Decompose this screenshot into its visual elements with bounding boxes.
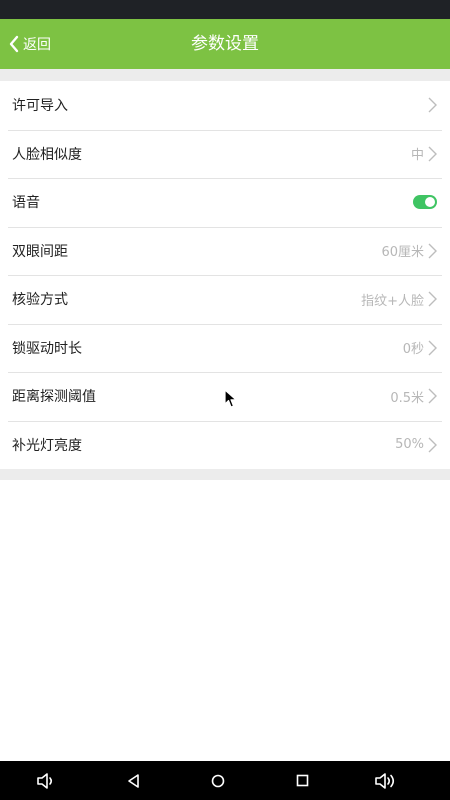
setting-label: 锁驱动时长: [12, 340, 82, 357]
system-nav-bar: [0, 761, 450, 800]
voice-toggle[interactable]: [413, 195, 437, 210]
chevron-right-icon: [428, 243, 437, 259]
home-circle-icon: [211, 774, 225, 787]
volume-up-button[interactable]: [366, 761, 406, 800]
setting-value: 60厘米: [381, 245, 424, 261]
nav-recents-button[interactable]: [282, 761, 322, 800]
recents-square-icon: [296, 774, 308, 787]
setting-row-voice: 语音: [0, 178, 450, 227]
nav-back-button[interactable]: [113, 761, 153, 800]
setting-row-license-import[interactable]: 许可导入: [0, 81, 450, 130]
setting-label: 双眼间距: [12, 243, 68, 260]
setting-row-eye-distance[interactable]: 双眼间距 60厘米: [0, 226, 450, 276]
volume-down-button[interactable]: [26, 761, 66, 800]
status-bar: [0, 0, 450, 19]
setting-value: 0秒: [402, 342, 424, 358]
chevron-right-icon: [428, 97, 437, 113]
setting-value: 0.5米: [390, 390, 424, 406]
setting-row-fill-light[interactable]: 补光灯亮度 50%: [0, 420, 450, 470]
setting-label: 人脸相似度: [12, 146, 82, 163]
app-header: 返回 参数设置: [0, 19, 450, 69]
chevron-right-icon: [428, 340, 437, 356]
setting-label: 距离探测阈值: [12, 389, 96, 406]
chevron-right-icon: [428, 291, 437, 307]
back-triangle-icon: [128, 773, 139, 788]
chevron-right-icon: [428, 146, 437, 162]
chevron-right-icon: [428, 388, 437, 404]
setting-value: 指纹+人脸: [361, 293, 424, 309]
setting-row-lock-duration[interactable]: 锁驱动时长 0秒: [0, 323, 450, 373]
setting-row-verify-method[interactable]: 核验方式 指纹+人脸: [0, 275, 450, 324]
setting-label: 核验方式: [12, 292, 68, 309]
volume-up-icon: [375, 772, 395, 789]
settings-list: 许可导入 人脸相似度 中 语音 双眼间距 60厘米 核验方式 指纹+人脸 锁驱动…: [0, 69, 450, 480]
setting-label: 语音: [12, 195, 40, 212]
chevron-right-icon: [428, 437, 437, 453]
page-title: 参数设置: [191, 34, 259, 54]
setting-label: 许可导入: [12, 98, 68, 115]
setting-label: 补光灯亮度: [12, 437, 82, 454]
toggle-knob: [425, 197, 435, 208]
setting-value: 50%: [395, 437, 424, 453]
nav-home-button[interactable]: [198, 761, 238, 800]
setting-row-face-similarity[interactable]: 人脸相似度 中: [0, 129, 450, 179]
setting-value: 中: [410, 148, 424, 164]
volume-down-icon: [37, 772, 53, 789]
mouse-cursor-icon: [224, 389, 237, 408]
